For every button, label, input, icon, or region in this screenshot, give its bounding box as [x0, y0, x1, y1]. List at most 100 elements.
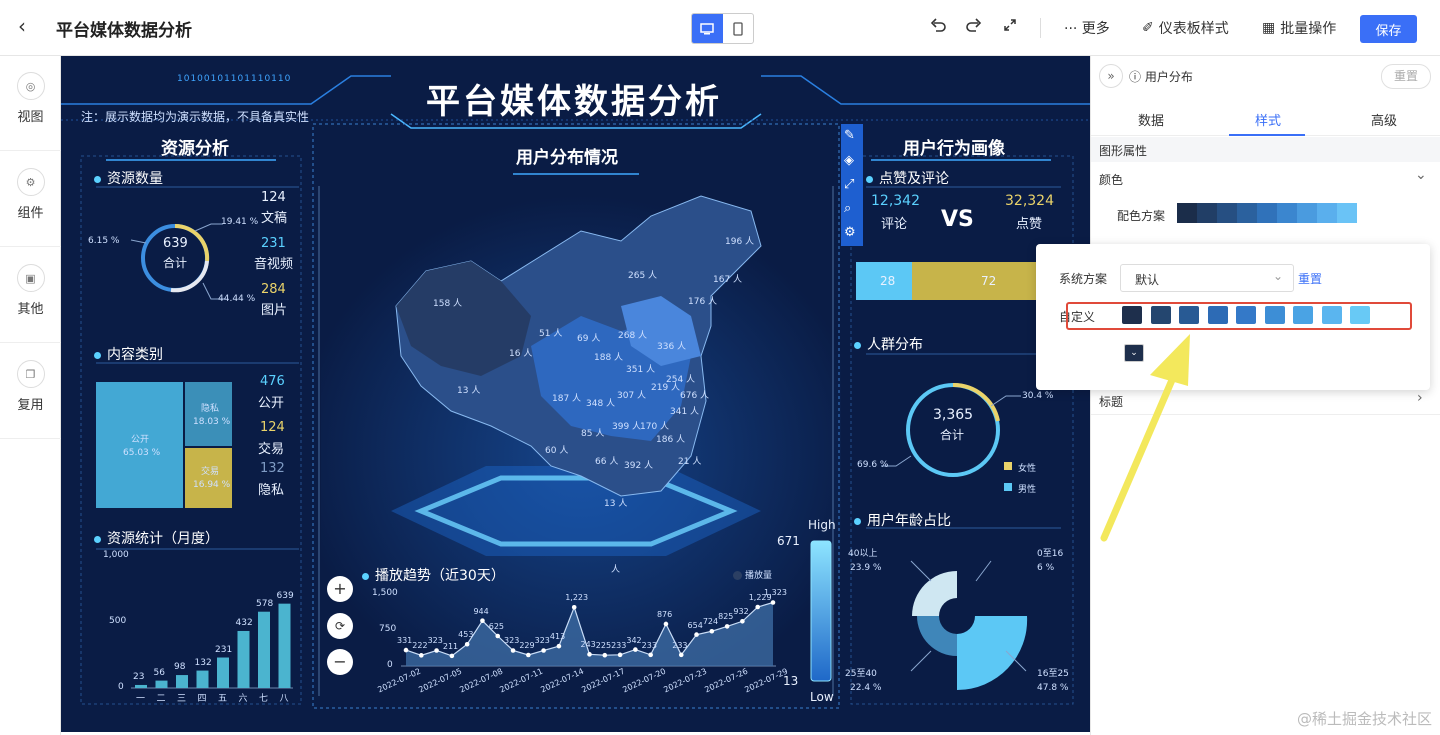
dashboard-style-button[interactable]: ✐ 仪表板样式	[1142, 18, 1229, 38]
age-pct-2: 6 %	[1037, 563, 1055, 573]
save-button[interactable]: 保存	[1360, 15, 1417, 43]
map-label-25: 60 人	[545, 446, 569, 456]
settings-icon[interactable]: ⚙	[844, 225, 856, 240]
desktop-icon[interactable]	[692, 14, 723, 43]
zoom-out-icon[interactable]: −	[327, 649, 353, 675]
tab-advanced[interactable]: 高级	[1371, 110, 1397, 129]
map-label-12: 351 人	[626, 365, 656, 375]
map-label-7: 69 人	[577, 334, 601, 344]
zoom-in-icon[interactable]: +	[327, 576, 353, 602]
panel-reset-button[interactable]: 重置	[1381, 64, 1431, 89]
playback-point-13	[587, 652, 592, 657]
bar-category-2: 二	[156, 694, 166, 704]
redo-icon[interactable]	[966, 18, 982, 32]
playback-ytick-2: 750	[379, 624, 397, 634]
bar-7	[258, 611, 270, 688]
scheme-color-6	[1277, 203, 1297, 223]
bar-2	[155, 680, 168, 688]
playback-label-14: 225	[595, 641, 612, 651]
playback-label-8: 323	[504, 636, 520, 646]
content-value-1: 476	[260, 374, 285, 389]
custom-color-5[interactable]	[1236, 306, 1256, 324]
treemap-pct-1: 65.03 %	[123, 448, 161, 458]
brush-icon: ✐	[1142, 20, 1154, 36]
chevron-down-icon[interactable]: ⌄	[1415, 167, 1427, 183]
playback-label-21: 724	[702, 617, 719, 627]
system-scheme-label: 系统方案	[1059, 272, 1108, 286]
custom-color-4[interactable]	[1207, 306, 1228, 324]
scheme-color-8	[1317, 203, 1337, 223]
rail-item-reuse[interactable]: ❐ 复用	[0, 344, 61, 439]
mobile-icon[interactable]	[723, 14, 754, 43]
batch-button[interactable]: ▦ 批量操作	[1262, 18, 1336, 38]
playback-point-19	[678, 652, 684, 658]
playback-label-18: 876	[656, 609, 673, 619]
treemap-label-2: 隐私	[201, 404, 220, 414]
top-bar: ‹ 平台媒体数据分析 ··· 更多 ✐ 仪表板样式 ▦ 批量操作 保存	[0, 0, 1440, 56]
undo-icon[interactable]	[930, 18, 946, 32]
map-label-17: 307 人	[617, 391, 647, 401]
edit-icon[interactable]: ✎	[844, 128, 855, 143]
reset-map-icon[interactable]: ⟳	[327, 613, 353, 639]
user-dist-title: 用户分布情况	[516, 148, 618, 168]
fullscreen-icon[interactable]	[1003, 18, 1017, 32]
tab-style[interactable]: 样式	[1255, 110, 1281, 129]
dashboard-title: 平台媒体数据分析	[426, 82, 722, 122]
playback-label-7: 625	[488, 622, 505, 631]
inspect-icon[interactable]: ⌕	[844, 201, 851, 216]
custom-color-7[interactable]	[1293, 306, 1313, 324]
chevron-right-icon[interactable]: ›	[1417, 390, 1423, 406]
resource-total: 639	[163, 236, 188, 251]
playback-point-23	[740, 618, 745, 624]
popup-reset-link[interactable]: 重置	[1298, 270, 1322, 287]
bar-value-4: 132	[194, 657, 212, 668]
bar-category-1: 一	[136, 694, 146, 704]
age-pct-3: 22.4 %	[850, 683, 882, 693]
age-label-1: 40以上	[848, 549, 878, 559]
bar-1	[135, 684, 147, 688]
content-label-2: 交易	[258, 442, 285, 457]
more-button[interactable]: ··· 更多	[1064, 18, 1110, 38]
collapse-icon[interactable]: »	[1099, 64, 1123, 88]
chevron-down-icon: ⌄	[1272, 269, 1283, 283]
map-label-5: 176 人	[688, 297, 718, 307]
custom-color-8[interactable]	[1321, 306, 1342, 324]
map-label-21: 85 人	[581, 429, 605, 439]
system-scheme-select[interactable]: 默认 ⌄	[1120, 264, 1294, 292]
crowd-total-label: 合计	[940, 428, 965, 442]
playback-point-20	[694, 632, 699, 637]
layers-icon[interactable]: ◈	[844, 153, 854, 168]
content-type-title: 内容类别	[94, 344, 163, 364]
crowd-title: 人群分布	[854, 334, 923, 354]
rail-item-view[interactable]: ◎ 视图	[0, 56, 61, 151]
rail-item-component[interactable]: ⚙ 组件	[0, 152, 61, 247]
playback-point-2	[418, 653, 424, 658]
resize-icon[interactable]: ⤢	[844, 177, 854, 192]
playback-point-6	[480, 618, 485, 623]
map-label-1: 196 人	[725, 237, 755, 247]
back-icon[interactable]: ‹	[18, 14, 26, 38]
playback-label-22: 825	[718, 612, 734, 622]
scheme-label: 配色方案	[1117, 209, 1166, 223]
scheme-swatch[interactable]	[1177, 203, 1357, 223]
map-label-4: 158 人	[433, 299, 463, 309]
playback-label-19: 233	[672, 640, 688, 650]
map-label-6: 51 人	[539, 329, 563, 339]
content-label-1: 公开	[258, 396, 285, 411]
map-label-28: 21 人	[678, 457, 702, 467]
playback-label-15: 233	[611, 640, 627, 650]
component-icon: ⚙	[16, 168, 45, 196]
scheme-color-4	[1237, 203, 1257, 223]
rail-item-other[interactable]: ▣ 其他	[0, 248, 61, 343]
map-label-16: 348 人	[586, 399, 616, 409]
tab-data[interactable]: 数据	[1138, 110, 1164, 129]
left-rail: ◎ 视图 ⚙ 组件 ▣ 其他 ❐ 复用	[0, 56, 61, 735]
playback-legend: 播放量	[733, 568, 772, 581]
playback-label-13: 243	[580, 640, 596, 650]
custom-color-6[interactable]	[1264, 306, 1285, 324]
custom-color-9[interactable]	[1350, 306, 1370, 324]
playback-ytick-1: 1,500	[372, 588, 398, 598]
like-label: 点赞	[1016, 217, 1043, 232]
bar-4	[196, 670, 209, 688]
color-group-label[interactable]: 颜色	[1099, 171, 1123, 188]
